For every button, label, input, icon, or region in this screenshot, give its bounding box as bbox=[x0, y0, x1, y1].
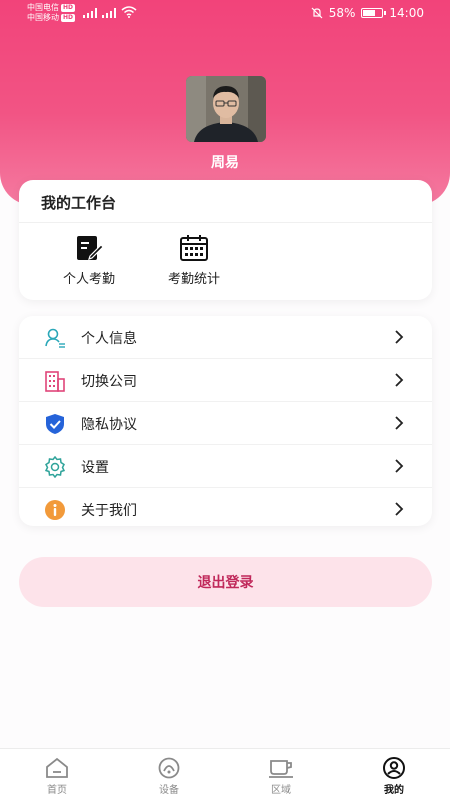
attendance-stats-button[interactable]: 考勤统计 bbox=[152, 234, 236, 287]
cell-signal-icon bbox=[83, 8, 97, 18]
device-icon bbox=[158, 757, 180, 779]
logout-button[interactable]: 退出登录 bbox=[19, 557, 432, 607]
menu-item-label: 隐私协议 bbox=[81, 417, 137, 433]
edit-document-icon bbox=[77, 236, 104, 260]
status-bar: 中国电信 HD 中国移动 HD 58% 14:00 bbox=[0, 0, 450, 28]
building-icon bbox=[45, 371, 65, 392]
attendance-label: 个人考勤 bbox=[62, 272, 115, 287]
tab-label: 设备 bbox=[159, 785, 179, 796]
settings-menu: 个人信息 切换公司 隐私协议 设置 关于我们 bbox=[19, 316, 432, 526]
divider bbox=[19, 222, 432, 223]
chevron-right-icon bbox=[395, 373, 404, 387]
mute-bell-icon bbox=[311, 7, 323, 19]
battery-fill bbox=[363, 10, 375, 16]
area-icon bbox=[269, 760, 293, 778]
shield-check-icon bbox=[46, 414, 64, 434]
carrier-2: 中国移动 bbox=[27, 13, 59, 22]
tab-label: 我的 bbox=[384, 785, 404, 796]
menu-item-switch-company[interactable]: 切换公司 bbox=[19, 359, 432, 401]
info-icon bbox=[45, 500, 65, 520]
logout-label: 退出登录 bbox=[197, 575, 254, 591]
wifi-icon bbox=[121, 6, 137, 18]
carrier-info: 中国电信 HD 中国移动 HD bbox=[27, 3, 76, 23]
chevron-right-icon bbox=[395, 459, 404, 473]
clock: 14:00 bbox=[389, 6, 424, 20]
tab-profile[interactable]: 我的 bbox=[364, 757, 424, 796]
home-icon bbox=[46, 757, 68, 778]
cell-signal-icon bbox=[102, 8, 116, 18]
bottom-tab-bar: 首页 设备 区域 我的 bbox=[0, 748, 450, 800]
tab-home[interactable]: 首页 bbox=[27, 757, 87, 796]
signal-icon bbox=[83, 6, 137, 18]
tab-device[interactable]: 设备 bbox=[139, 757, 199, 796]
profile-icon bbox=[383, 757, 405, 779]
avatar[interactable] bbox=[186, 76, 266, 142]
tab-label: 区域 bbox=[271, 785, 291, 796]
gear-icon bbox=[44, 456, 66, 478]
tab-area[interactable]: 区域 bbox=[251, 757, 311, 796]
tab-label: 首页 bbox=[47, 785, 67, 796]
workbench-title: 我的工作台 bbox=[41, 194, 117, 212]
menu-item-label: 切换公司 bbox=[81, 374, 137, 390]
hd-badge: HD bbox=[61, 4, 76, 12]
menu-item-about[interactable]: 关于我们 bbox=[19, 488, 432, 530]
hd-badge: HD bbox=[61, 14, 76, 22]
menu-item-personal-info[interactable]: 个人信息 bbox=[19, 316, 432, 358]
menu-item-label: 设置 bbox=[81, 460, 109, 476]
chevron-right-icon bbox=[395, 330, 404, 344]
carrier-1: 中国电信 bbox=[27, 3, 59, 12]
battery-percent: 58% bbox=[328, 6, 356, 20]
user-name: 周易 bbox=[211, 155, 239, 171]
menu-item-label: 个人信息 bbox=[81, 331, 137, 347]
chevron-right-icon bbox=[395, 416, 404, 430]
battery-icon bbox=[361, 8, 387, 18]
chevron-right-icon bbox=[395, 502, 404, 516]
avatar-photo bbox=[186, 76, 266, 142]
attendance-button[interactable]: 个人考勤 bbox=[47, 234, 131, 287]
user-info-icon bbox=[45, 328, 65, 348]
calendar-icon bbox=[180, 235, 208, 261]
workbench-card: 我的工作台 个人考勤 考勤统计 bbox=[19, 180, 432, 300]
attendance-stats-label: 考勤统计 bbox=[167, 272, 220, 287]
menu-item-privacy[interactable]: 隐私协议 bbox=[19, 402, 432, 444]
menu-item-settings[interactable]: 设置 bbox=[19, 445, 432, 487]
status-right: 58% 14:00 bbox=[311, 6, 424, 20]
menu-item-label: 关于我们 bbox=[81, 503, 137, 519]
